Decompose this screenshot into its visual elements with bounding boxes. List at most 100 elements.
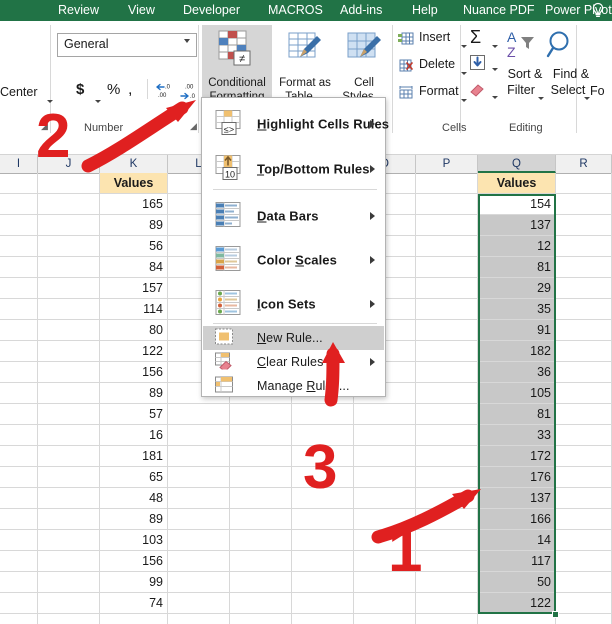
cell-I8[interactable] — [0, 320, 38, 341]
cell-R17[interactable] — [556, 509, 612, 530]
cell-P12[interactable] — [416, 404, 478, 425]
cell-R7[interactable] — [556, 299, 612, 320]
number-dialog-launcher-icon[interactable]: ◢ — [190, 121, 197, 132]
cell-I5[interactable] — [0, 257, 38, 278]
menu-item-icon-sets[interactable]: Icon Sets — [203, 281, 384, 326]
clear-eraser-icon[interactable] — [468, 81, 487, 97]
cell-K21[interactable]: 74 — [100, 593, 168, 614]
column-header-K[interactable]: K — [100, 155, 168, 173]
cell-I19[interactable] — [0, 551, 38, 572]
cell-P22[interactable] — [416, 614, 478, 624]
cell-L13[interactable] — [168, 425, 230, 446]
cell-Q16[interactable]: 137 — [478, 488, 556, 509]
cell-I21[interactable] — [0, 593, 38, 614]
cell-P14[interactable] — [416, 446, 478, 467]
cell-J9[interactable] — [38, 341, 100, 362]
cell-K19[interactable]: 156 — [100, 551, 168, 572]
cell-Q8[interactable]: 91 — [478, 320, 556, 341]
cell-K15[interactable]: 65 — [100, 467, 168, 488]
autosum-chevron-down-icon[interactable] — [492, 38, 498, 56]
cell-L14[interactable] — [168, 446, 230, 467]
cell-R21[interactable] — [556, 593, 612, 614]
cell-L15[interactable] — [168, 467, 230, 488]
cell-M21[interactable] — [230, 593, 292, 614]
cell-Q11[interactable]: 105 — [478, 383, 556, 404]
cell-I7[interactable] — [0, 299, 38, 320]
fill-down-icon[interactable] — [469, 54, 486, 71]
cell-N17[interactable] — [292, 509, 354, 530]
cell-I9[interactable] — [0, 341, 38, 362]
cell-Q18[interactable]: 14 — [478, 530, 556, 551]
cell-O20[interactable] — [354, 572, 416, 593]
cell-I10[interactable] — [0, 362, 38, 383]
cell-N22[interactable] — [292, 614, 354, 624]
currency-format-button[interactable]: $ — [76, 81, 84, 98]
cell-P17[interactable] — [416, 509, 478, 530]
cell-I2[interactable] — [0, 194, 38, 215]
cell-J17[interactable] — [38, 509, 100, 530]
cell-J18[interactable] — [38, 530, 100, 551]
cell-R16[interactable] — [556, 488, 612, 509]
cell-K3[interactable]: 89 — [100, 215, 168, 236]
cell-J11[interactable] — [38, 383, 100, 404]
cell-R13[interactable] — [556, 425, 612, 446]
cell-Q14[interactable]: 172 — [478, 446, 556, 467]
increase-decimal-icon[interactable]: .0 .00 — [154, 83, 176, 100]
cell-J20[interactable] — [38, 572, 100, 593]
cell-K4[interactable]: 56 — [100, 236, 168, 257]
cell-R2[interactable] — [556, 194, 612, 215]
ribbon-tab-review[interactable]: Review — [58, 2, 99, 19]
cell-Q17[interactable]: 166 — [478, 509, 556, 530]
cell-I13[interactable] — [0, 425, 38, 446]
cell-I12[interactable] — [0, 404, 38, 425]
cell-Q4[interactable]: 12 — [478, 236, 556, 257]
cell-Q15[interactable]: 176 — [478, 467, 556, 488]
cell-I6[interactable] — [0, 278, 38, 299]
cell-Q10[interactable]: 36 — [478, 362, 556, 383]
cell-Q12[interactable]: 81 — [478, 404, 556, 425]
cell-R8[interactable] — [556, 320, 612, 341]
cell-K20[interactable]: 99 — [100, 572, 168, 593]
align-center-chevron-down-icon[interactable] — [47, 93, 53, 111]
cell-R10[interactable] — [556, 362, 612, 383]
cell-Q22[interactable] — [478, 614, 556, 624]
cell-P4[interactable] — [416, 236, 478, 257]
find-select-label-line1[interactable]: Find & — [548, 67, 594, 81]
cell-R4[interactable] — [556, 236, 612, 257]
cell-J14[interactable] — [38, 446, 100, 467]
cell-I11[interactable] — [0, 383, 38, 404]
cell-L20[interactable] — [168, 572, 230, 593]
cell-K14[interactable]: 181 — [100, 446, 168, 467]
cell-I17[interactable] — [0, 509, 38, 530]
menu-item-data-bars[interactable]: Data Bars — [203, 193, 384, 238]
align-center-label[interactable]: Center — [0, 85, 38, 99]
cell-N15[interactable] — [292, 467, 354, 488]
cell-K9[interactable]: 122 — [100, 341, 168, 362]
cell-R22[interactable] — [556, 614, 612, 624]
format-chevron-down-icon[interactable] — [461, 92, 467, 110]
cell-L22[interactable] — [168, 614, 230, 624]
menu-item-new-rule[interactable]: New Rule... — [203, 326, 384, 350]
cell-J4[interactable] — [38, 236, 100, 257]
cell-M16[interactable] — [230, 488, 292, 509]
menu-item-clear-rules[interactable]: Clear Rules — [203, 350, 384, 374]
delete-chevron-down-icon[interactable] — [461, 65, 467, 83]
cell-N16[interactable] — [292, 488, 354, 509]
cell-I1[interactable] — [0, 173, 38, 194]
cell-M22[interactable] — [230, 614, 292, 624]
cell-P18[interactable] — [416, 530, 478, 551]
cell-K8[interactable]: 80 — [100, 320, 168, 341]
cell-O15[interactable] — [354, 467, 416, 488]
cell-P20[interactable] — [416, 572, 478, 593]
menu-item-top-bottom-rules[interactable]: 10 Top/Bottom Rules — [203, 146, 384, 191]
column-header-I[interactable]: I — [0, 155, 38, 173]
cell-P5[interactable] — [416, 257, 478, 278]
percent-style-button[interactable]: % — [107, 81, 120, 98]
cell-Q21[interactable]: 122 — [478, 593, 556, 614]
cell-J1[interactable] — [38, 173, 100, 194]
ribbon-tab-add-ins[interactable]: Add-ins — [340, 2, 382, 19]
cell-R18[interactable] — [556, 530, 612, 551]
cell-L21[interactable] — [168, 593, 230, 614]
cell-N19[interactable] — [292, 551, 354, 572]
cell-P11[interactable] — [416, 383, 478, 404]
